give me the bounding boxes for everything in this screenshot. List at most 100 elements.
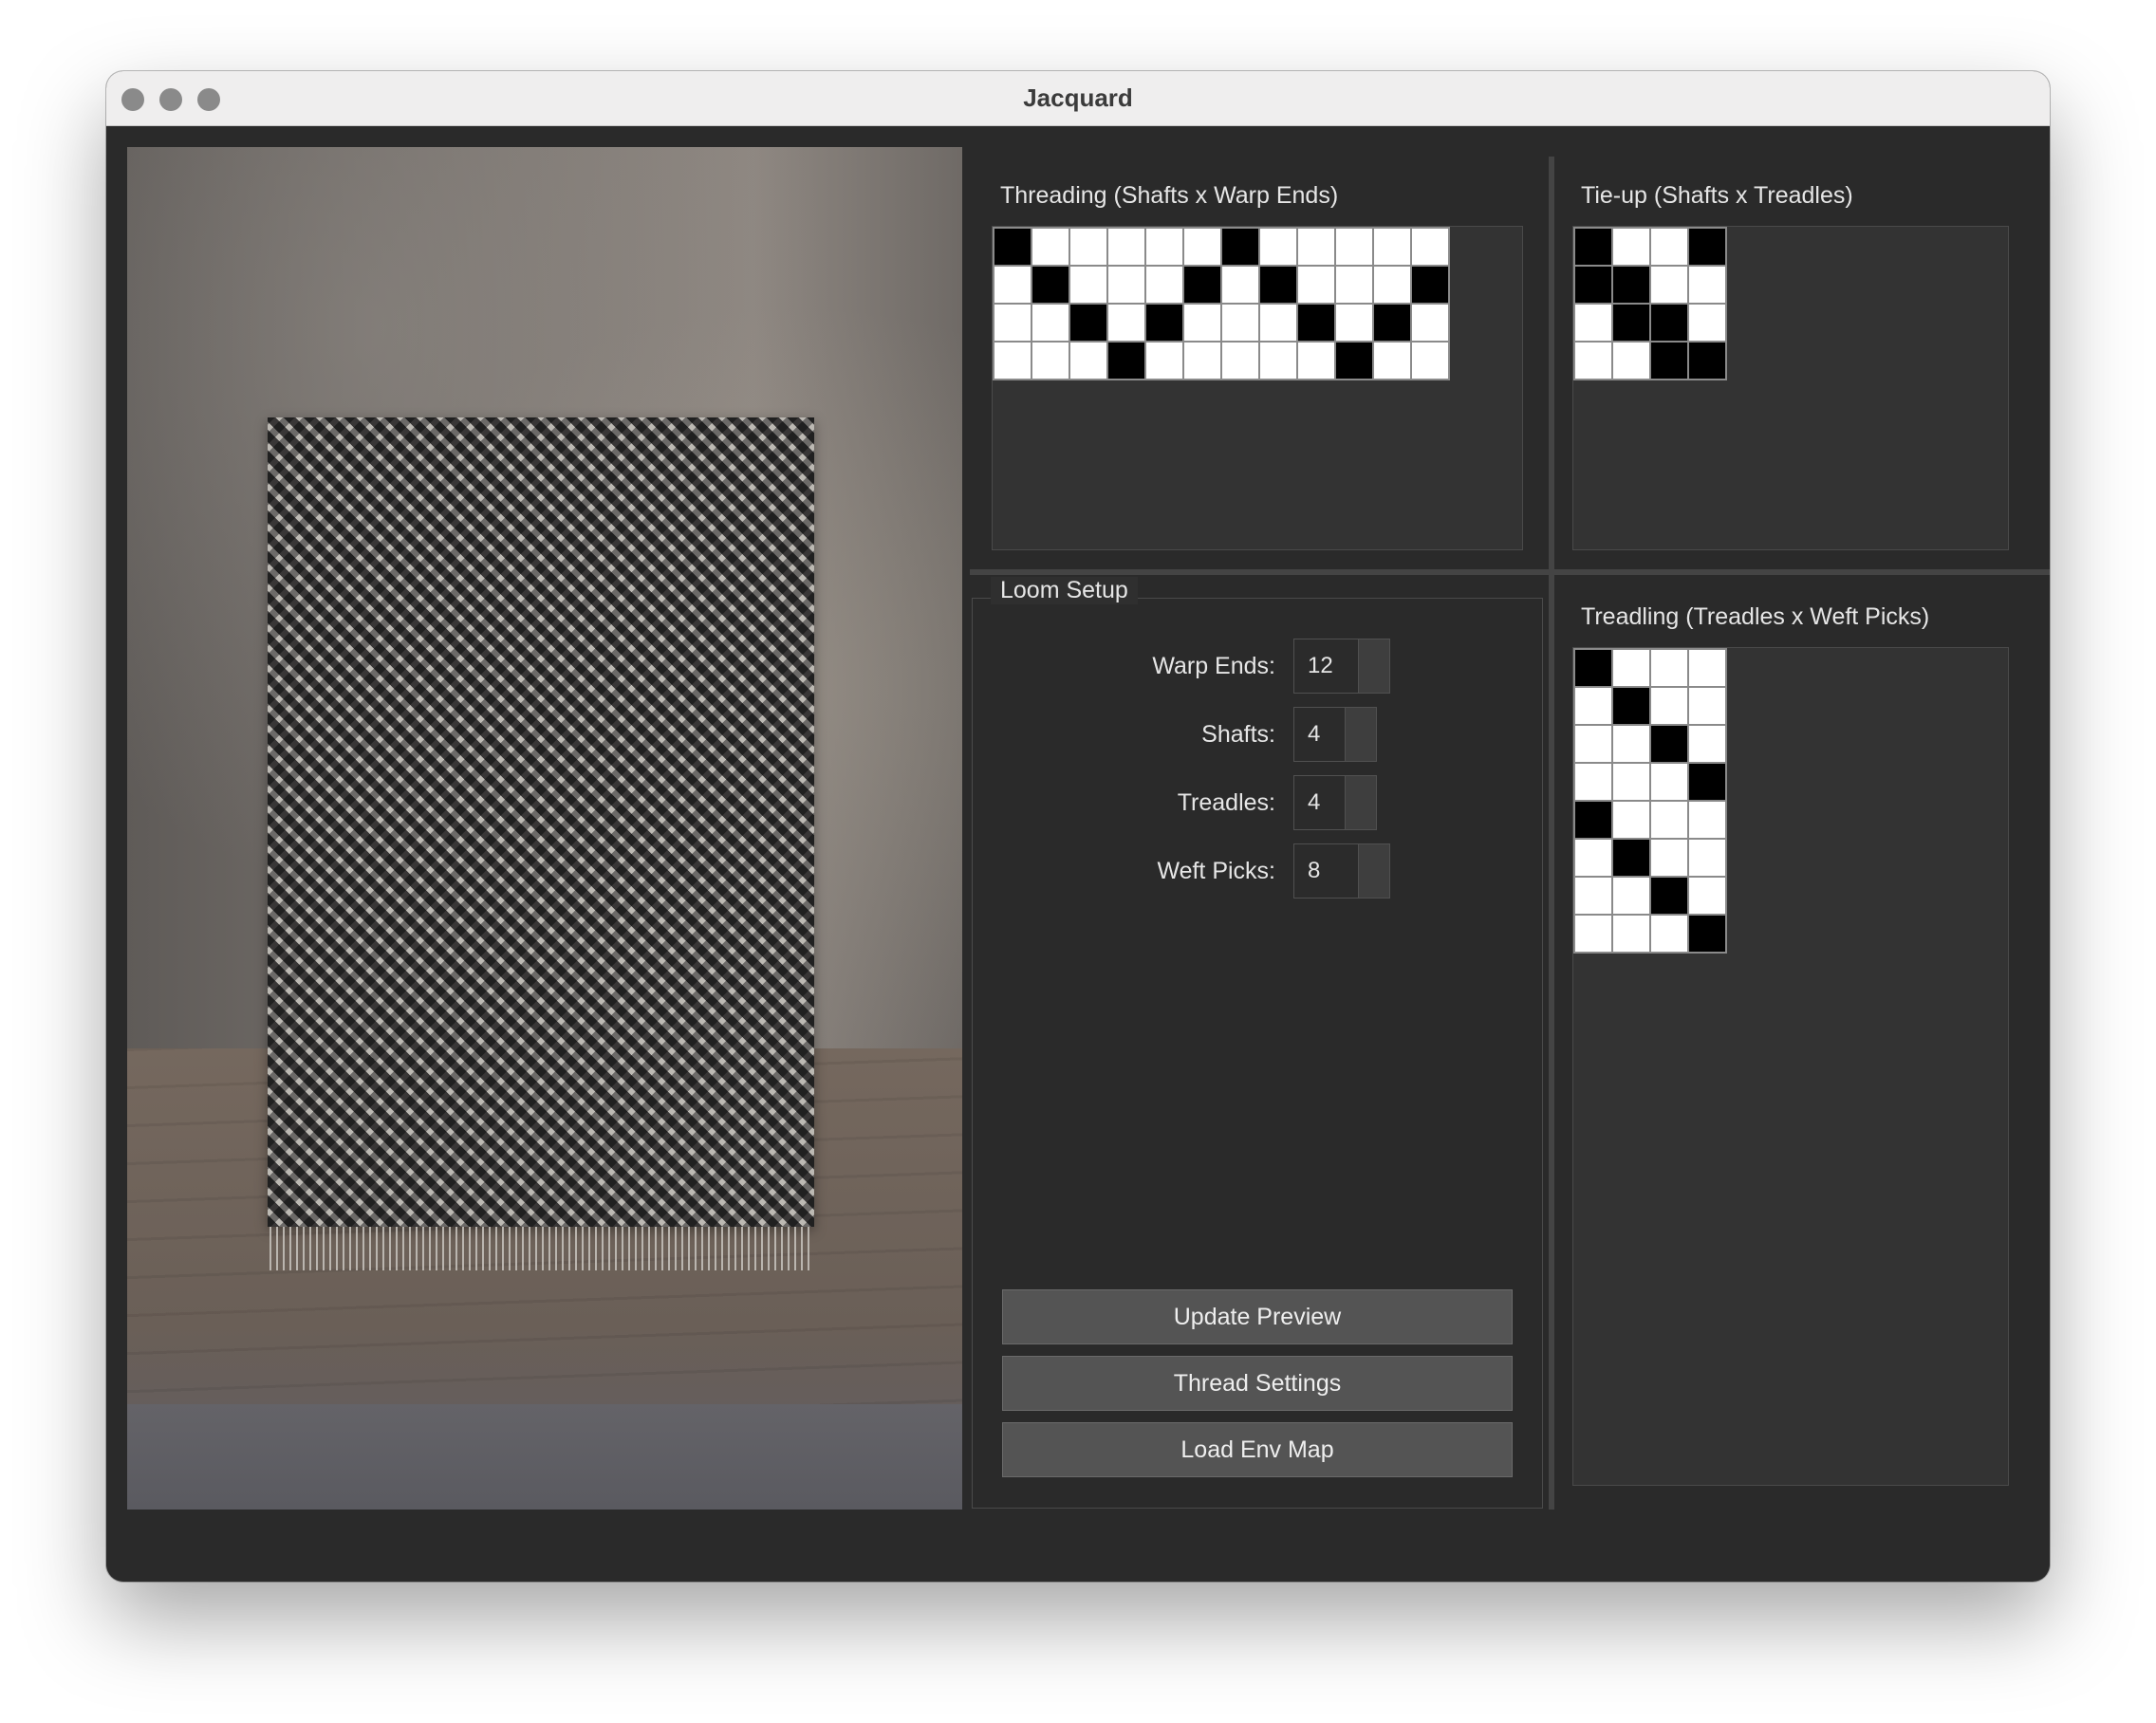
load-env-map-button[interactable]: Load Env Map	[1002, 1422, 1513, 1477]
treadling-cell[interactable]	[1575, 726, 1611, 762]
treadling-cell[interactable]	[1651, 764, 1687, 800]
threading-grid[interactable]	[993, 227, 1450, 380]
treadling-cell[interactable]	[1689, 650, 1725, 686]
treadling-cell[interactable]	[1613, 802, 1649, 838]
treadling-cell[interactable]	[1613, 726, 1649, 762]
threading-cell[interactable]	[1412, 343, 1448, 379]
treadling-cell[interactable]	[1651, 726, 1687, 762]
threading-cell[interactable]	[1260, 305, 1296, 341]
treadling-cell[interactable]	[1575, 878, 1611, 914]
tieup-grid[interactable]	[1573, 227, 1727, 380]
threading-cell[interactable]	[1108, 305, 1144, 341]
treadling-cell[interactable]	[1575, 916, 1611, 952]
threading-cell[interactable]	[1222, 267, 1258, 303]
treadling-cell[interactable]	[1689, 726, 1725, 762]
threading-cell[interactable]	[1298, 305, 1334, 341]
threading-cell[interactable]	[1070, 305, 1106, 341]
treadling-cell[interactable]	[1689, 840, 1725, 876]
treadling-cell[interactable]	[1689, 688, 1725, 724]
threading-cell[interactable]	[1146, 343, 1182, 379]
shafts-stepper-arrows[interactable]	[1345, 708, 1376, 761]
threading-cell[interactable]	[1412, 229, 1448, 265]
fabric-preview-viewport[interactable]	[127, 147, 962, 1510]
treadling-cell[interactable]	[1613, 840, 1649, 876]
threading-cell[interactable]	[1336, 305, 1372, 341]
treadling-cell[interactable]	[1689, 878, 1725, 914]
treadling-cell[interactable]	[1651, 688, 1687, 724]
shafts-spinbox[interactable]: 4	[1293, 707, 1377, 762]
tieup-cell[interactable]	[1689, 229, 1725, 265]
threading-cell[interactable]	[1070, 267, 1106, 303]
tieup-cell[interactable]	[1651, 229, 1687, 265]
threading-cell[interactable]	[1412, 305, 1448, 341]
treadling-cell[interactable]	[1575, 840, 1611, 876]
treadles-stepper-arrows[interactable]	[1345, 776, 1376, 829]
tieup-cell[interactable]	[1651, 267, 1687, 303]
treadling-cell[interactable]	[1651, 802, 1687, 838]
tieup-cell[interactable]	[1575, 343, 1611, 379]
treadling-cell[interactable]	[1575, 650, 1611, 686]
threading-cell[interactable]	[1108, 229, 1144, 265]
update-preview-button[interactable]: Update Preview	[1002, 1289, 1513, 1344]
tieup-cell[interactable]	[1689, 343, 1725, 379]
tieup-cell[interactable]	[1651, 305, 1687, 341]
threading-cell[interactable]	[1374, 343, 1410, 379]
tieup-cell[interactable]	[1651, 343, 1687, 379]
threading-cell[interactable]	[1108, 267, 1144, 303]
threading-cell[interactable]	[1184, 267, 1220, 303]
threading-cell[interactable]	[1070, 229, 1106, 265]
threading-cell[interactable]	[1412, 267, 1448, 303]
threading-cell[interactable]	[1260, 343, 1296, 379]
threading-cell[interactable]	[1184, 305, 1220, 341]
threading-cell[interactable]	[1222, 343, 1258, 379]
threading-cell[interactable]	[1108, 343, 1144, 379]
threading-cell[interactable]	[1260, 267, 1296, 303]
vertical-splitter[interactable]	[1549, 157, 1554, 1510]
treadling-cell[interactable]	[1613, 764, 1649, 800]
treadling-cell[interactable]	[1613, 916, 1649, 952]
threading-cell[interactable]	[1374, 305, 1410, 341]
tieup-cell[interactable]	[1613, 343, 1649, 379]
treadling-cell[interactable]	[1651, 840, 1687, 876]
threading-cell[interactable]	[994, 229, 1031, 265]
threading-cell[interactable]	[1146, 267, 1182, 303]
threading-cell[interactable]	[1336, 267, 1372, 303]
threading-cell[interactable]	[1146, 229, 1182, 265]
threading-cell[interactable]	[1374, 229, 1410, 265]
threading-cell[interactable]	[1032, 229, 1069, 265]
tieup-cell[interactable]	[1689, 267, 1725, 303]
tieup-cell[interactable]	[1613, 267, 1649, 303]
tieup-cell[interactable]	[1575, 305, 1611, 341]
treadling-cell[interactable]	[1689, 802, 1725, 838]
treadling-cell[interactable]	[1613, 688, 1649, 724]
tieup-cell[interactable]	[1613, 229, 1649, 265]
tieup-cell[interactable]	[1575, 267, 1611, 303]
threading-cell[interactable]	[994, 343, 1031, 379]
treadles-spinbox[interactable]: 4	[1293, 775, 1377, 830]
treadling-cell[interactable]	[1613, 878, 1649, 914]
threading-cell[interactable]	[1184, 229, 1220, 265]
treadling-cell[interactable]	[1613, 650, 1649, 686]
treadling-cell[interactable]	[1689, 916, 1725, 952]
threading-cell[interactable]	[1336, 229, 1372, 265]
threading-cell[interactable]	[1336, 343, 1372, 379]
threading-cell[interactable]	[1222, 229, 1258, 265]
threading-cell[interactable]	[994, 267, 1031, 303]
threading-cell[interactable]	[1374, 267, 1410, 303]
threading-cell[interactable]	[1146, 305, 1182, 341]
threading-cell[interactable]	[1032, 267, 1069, 303]
treadling-cell[interactable]	[1651, 650, 1687, 686]
treadling-cell[interactable]	[1651, 878, 1687, 914]
weft-picks-stepper-arrows[interactable]	[1358, 844, 1389, 898]
threading-cell[interactable]	[1032, 343, 1069, 379]
weft-picks-spinbox[interactable]: 8	[1293, 843, 1390, 899]
tieup-cell[interactable]	[1689, 305, 1725, 341]
horizontal-splitter[interactable]	[970, 569, 2050, 575]
treadling-grid[interactable]	[1573, 648, 1727, 954]
thread-settings-button[interactable]: Thread Settings	[1002, 1356, 1513, 1411]
threading-cell[interactable]	[1298, 343, 1334, 379]
threading-cell[interactable]	[1260, 229, 1296, 265]
warp-ends-stepper-arrows[interactable]	[1358, 639, 1389, 693]
threading-cell[interactable]	[1184, 343, 1220, 379]
tieup-cell[interactable]	[1613, 305, 1649, 341]
